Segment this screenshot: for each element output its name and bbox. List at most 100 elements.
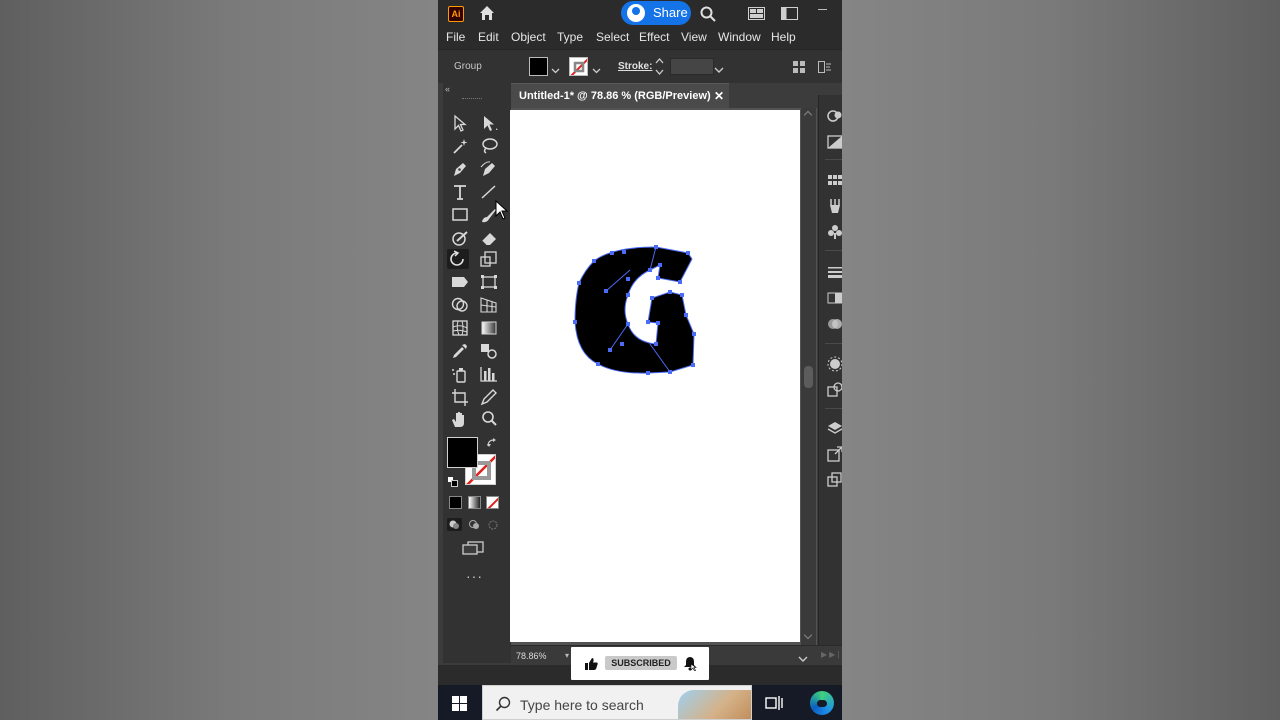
artboard-navigation-arrows[interactable]: ▶▶| bbox=[821, 650, 841, 659]
pen-tool-icon[interactable] bbox=[449, 159, 471, 179]
minimize-icon[interactable] bbox=[816, 3, 830, 13]
thumbs-up-icon[interactable] bbox=[585, 657, 598, 675]
chevron-down-icon[interactable] bbox=[714, 61, 724, 79]
align-icon[interactable] bbox=[793, 60, 806, 78]
menu-select[interactable]: Select bbox=[596, 30, 629, 44]
export-icon[interactable] bbox=[827, 446, 842, 462]
menu-type[interactable]: Type bbox=[557, 30, 583, 44]
symbol-sprayer-tool-icon[interactable] bbox=[449, 364, 471, 384]
notification-bell-icon[interactable] bbox=[683, 656, 697, 676]
chevron-down-icon[interactable] bbox=[551, 61, 560, 79]
stroke-weight-stepper[interactable] bbox=[655, 56, 664, 77]
mesh-tool-icon[interactable] bbox=[449, 318, 471, 338]
selection-type-label: Group bbox=[454, 61, 482, 72]
task-view-icon[interactable] bbox=[765, 695, 783, 716]
subscribed-badge[interactable]: SUBSCRIBED bbox=[605, 656, 677, 670]
properties-icon[interactable] bbox=[827, 134, 842, 150]
menu-edit[interactable]: Edit bbox=[478, 30, 499, 44]
transparency-icon[interactable] bbox=[827, 316, 842, 332]
curvature-tool-icon[interactable] bbox=[478, 159, 500, 179]
free-transform-tool-icon[interactable] bbox=[478, 272, 500, 292]
chevron-down-icon[interactable]: ▾ bbox=[565, 651, 569, 660]
dock-separator bbox=[825, 408, 842, 409]
hand-tool-icon[interactable] bbox=[449, 409, 471, 429]
draw-behind-icon[interactable] bbox=[467, 518, 482, 536]
fill-color-big-swatch[interactable] bbox=[447, 437, 478, 468]
draw-inside-icon[interactable] bbox=[486, 518, 501, 536]
width-tool-icon[interactable] bbox=[449, 272, 471, 292]
letter-g-artwork[interactable] bbox=[510, 110, 800, 642]
shaper-tool-icon[interactable] bbox=[449, 228, 471, 248]
line-segment-tool-icon[interactable] bbox=[478, 182, 500, 202]
windows-start-icon[interactable] bbox=[452, 696, 467, 716]
gradient-mode-button[interactable] bbox=[468, 496, 481, 509]
artboard-tool-icon[interactable] bbox=[449, 387, 471, 407]
rectangle-tool-icon[interactable] bbox=[449, 205, 471, 225]
search-icon[interactable] bbox=[699, 5, 717, 28]
close-icon[interactable]: ✕ bbox=[714, 89, 724, 103]
share-button[interactable]: Share bbox=[621, 1, 691, 25]
gradient-tool-icon[interactable] bbox=[478, 318, 500, 338]
eyedropper-tool-icon[interactable] bbox=[449, 341, 471, 361]
collapse-panel-button[interactable]: « bbox=[445, 84, 450, 94]
selection-tool-icon[interactable] bbox=[449, 113, 471, 133]
scroll-up-icon[interactable] bbox=[803, 110, 813, 120]
artboards-panel-icon[interactable] bbox=[827, 472, 842, 488]
shape-builder-tool-icon[interactable] bbox=[449, 295, 471, 315]
taskbar-search-box[interactable]: Type here to search bbox=[482, 685, 752, 720]
scroll-down-icon[interactable] bbox=[803, 630, 813, 640]
zoom-level-field[interactable]: 78.86% bbox=[516, 651, 547, 661]
scale-tool-icon[interactable] bbox=[478, 249, 500, 269]
fill-color-swatch[interactable] bbox=[529, 57, 548, 76]
rotate-tool-icon[interactable] bbox=[447, 249, 469, 269]
column-graph-tool-icon[interactable] bbox=[478, 364, 500, 384]
none-mode-button[interactable] bbox=[486, 496, 499, 509]
title-bar: Ai Share bbox=[438, 0, 842, 27]
chevron-down-icon[interactable] bbox=[592, 61, 601, 79]
eraser-tool-icon[interactable] bbox=[478, 228, 500, 248]
type-tool-icon[interactable] bbox=[449, 182, 471, 202]
menu-view[interactable]: View bbox=[681, 30, 707, 44]
perspective-grid-tool-icon[interactable] bbox=[478, 295, 500, 315]
transform-icon[interactable] bbox=[818, 60, 832, 78]
blend-tool-icon[interactable] bbox=[478, 341, 500, 361]
menu-effect[interactable]: Effect bbox=[639, 30, 669, 44]
screen-mode-icon[interactable] bbox=[462, 541, 484, 560]
graphic-styles-icon[interactable] bbox=[827, 382, 842, 398]
stroke-label[interactable]: Stroke: bbox=[618, 61, 652, 72]
artboard[interactable] bbox=[510, 110, 800, 642]
layers-icon[interactable] bbox=[827, 420, 842, 436]
arrange-documents-icon[interactable] bbox=[748, 7, 765, 25]
menu-object[interactable]: Object bbox=[511, 30, 546, 44]
panel-layout-icon[interactable] bbox=[781, 7, 798, 25]
slice-tool-icon[interactable] bbox=[478, 387, 500, 407]
draw-normal-icon[interactable] bbox=[447, 518, 462, 536]
libraries-icon[interactable] bbox=[827, 108, 842, 124]
appearance-icon[interactable] bbox=[827, 356, 842, 372]
stroke-color-swatch[interactable] bbox=[569, 57, 588, 76]
brushes-icon[interactable] bbox=[827, 198, 842, 214]
magic-wand-tool-icon[interactable] bbox=[449, 136, 471, 156]
home-icon[interactable] bbox=[478, 4, 496, 27]
direct-selection-tool-icon[interactable] bbox=[478, 113, 500, 133]
menu-window[interactable]: Window bbox=[718, 30, 761, 44]
gradient-panel-icon[interactable] bbox=[827, 290, 842, 306]
default-colors-icon[interactable] bbox=[447, 474, 458, 492]
menu-file[interactable]: File bbox=[446, 30, 465, 44]
stroke-panel-icon[interactable] bbox=[827, 264, 842, 280]
swap-fill-stroke-icon[interactable] bbox=[486, 436, 498, 454]
zoom-tool-icon[interactable] bbox=[478, 409, 500, 429]
symbols-icon[interactable] bbox=[827, 224, 842, 240]
edge-browser-icon[interactable] bbox=[810, 691, 834, 715]
dock-separator bbox=[825, 250, 842, 251]
color-mode-button[interactable] bbox=[449, 496, 462, 509]
document-tab[interactable]: Untitled-1* @ 78.86 % (RGB/Preview) ✕ bbox=[511, 83, 729, 108]
scrollbar-thumb[interactable] bbox=[804, 366, 813, 388]
edit-toolbar-button[interactable]: ··· bbox=[466, 568, 483, 584]
menu-help[interactable]: Help bbox=[771, 30, 796, 44]
vertical-scrollbar[interactable] bbox=[801, 108, 816, 645]
stroke-weight-field[interactable] bbox=[670, 58, 714, 75]
swatches-icon[interactable] bbox=[827, 172, 842, 188]
panel-grip[interactable] bbox=[462, 98, 482, 100]
lasso-tool-icon[interactable] bbox=[478, 136, 500, 156]
